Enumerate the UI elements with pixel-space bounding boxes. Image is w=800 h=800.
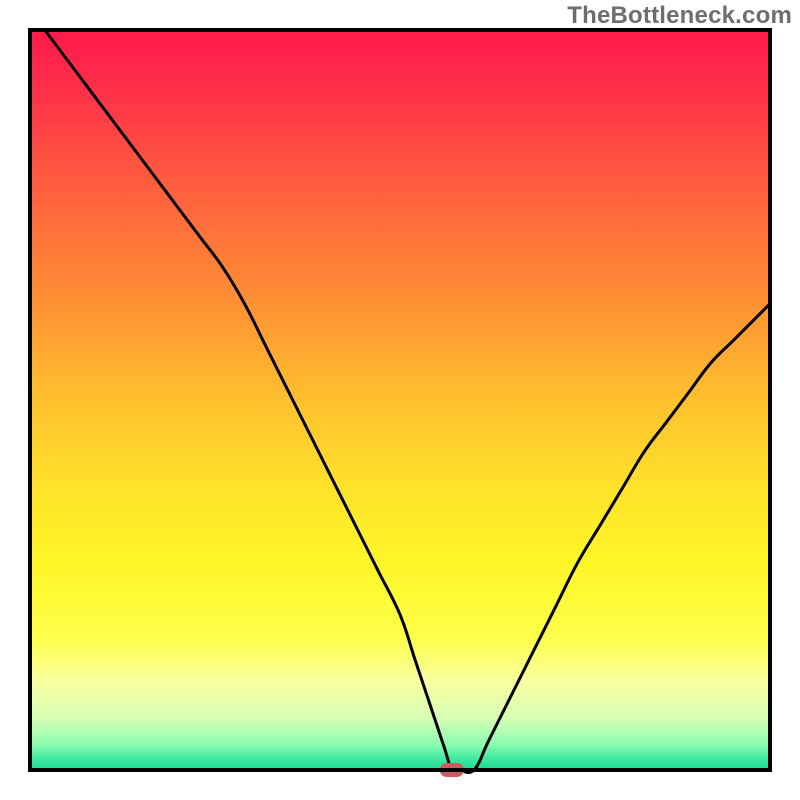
plot-background (30, 30, 770, 770)
watermark-text: TheBottleneck.com (567, 2, 792, 30)
chart-svg (0, 0, 800, 800)
bottleneck-chart: TheBottleneck.com (0, 0, 800, 800)
